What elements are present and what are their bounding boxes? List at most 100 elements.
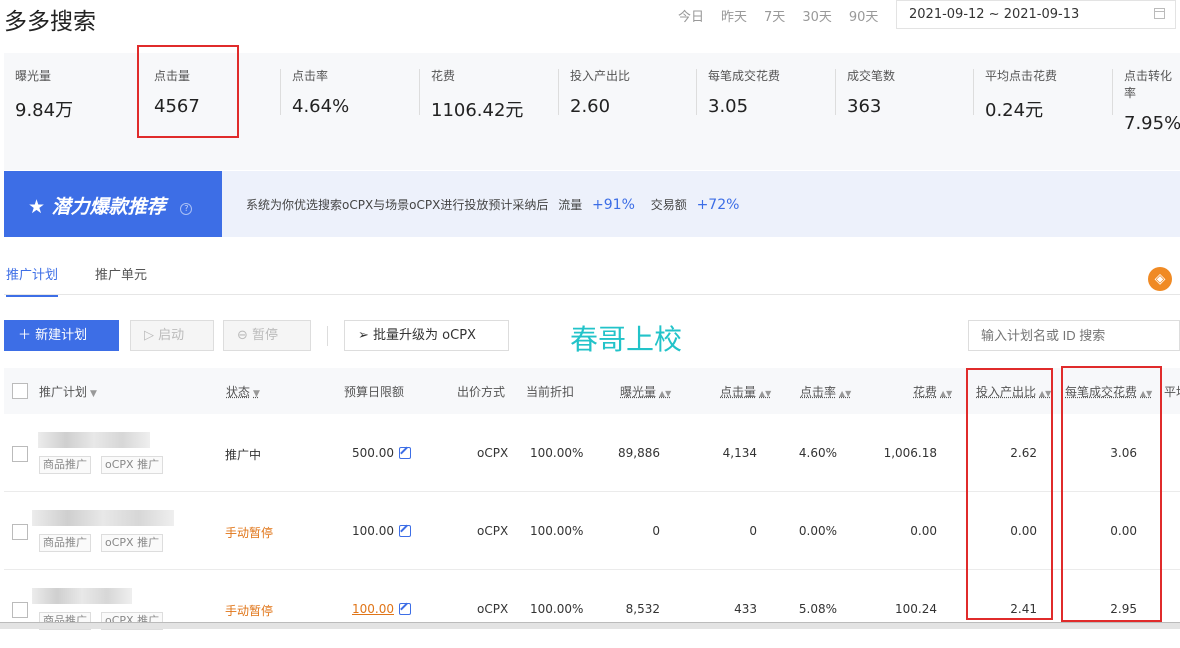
metric-cost: 花费 1106.42元 bbox=[419, 67, 523, 122]
row-checkbox[interactable] bbox=[12, 446, 28, 462]
row-clicks: 0 bbox=[749, 524, 757, 538]
metric-label: 花费 bbox=[431, 69, 456, 83]
tab-plans[interactable]: 推广计划 bbox=[6, 264, 59, 297]
calendar-icon bbox=[1154, 8, 1165, 19]
page-title: 多多搜索 bbox=[4, 9, 96, 35]
batch-upgrade-button[interactable]: ➢ 批量升级为 oCPX bbox=[344, 320, 509, 351]
assistant-icon[interactable]: ◈ bbox=[1148, 267, 1172, 291]
row-status: 手动暂停 bbox=[225, 604, 274, 618]
tag-ocpx: oCPX 推广 bbox=[101, 456, 164, 474]
row-budget: 500.00 bbox=[352, 446, 411, 460]
range-tab-30d[interactable]: 30天 bbox=[802, 6, 832, 25]
divider bbox=[280, 69, 281, 115]
metric-label: 投入产出比 bbox=[570, 69, 631, 83]
promo-title-block[interactable]: ★ 潜力爆款推荐 ? bbox=[4, 171, 222, 237]
col-discount: 当前折扣 bbox=[526, 385, 575, 399]
range-tab-today[interactable]: 今日 bbox=[678, 6, 704, 25]
taskbar-strip bbox=[0, 622, 1180, 629]
range-tab-7d[interactable]: 7天 bbox=[764, 6, 785, 25]
metric-label: 成交笔数 bbox=[847, 69, 896, 83]
row-ctr: 0.00% bbox=[798, 524, 837, 538]
col-cost[interactable]: 花费 ▲▼ bbox=[913, 383, 952, 400]
highlight-box-clicks bbox=[137, 45, 239, 138]
metric-value: 2.60 bbox=[570, 96, 611, 117]
row-impressions: 8,532 bbox=[625, 602, 660, 616]
highlight-box-cost-per-order bbox=[1061, 366, 1162, 622]
metric-label: 点击率 bbox=[292, 69, 329, 83]
metric-avg-cpc: 平均点击花费 0.24元 bbox=[973, 67, 1057, 122]
col-clicks[interactable]: 点击量 ▲▼ bbox=[720, 383, 771, 400]
metric-value: 0.24元 bbox=[985, 100, 1044, 121]
metric-label: 每笔成交花费 bbox=[708, 69, 781, 83]
col-status[interactable]: 状态 ▼ bbox=[226, 383, 260, 400]
col-ctr-label: 点击率 bbox=[800, 385, 837, 399]
col-avg: 平均 bbox=[1164, 385, 1180, 399]
promo-text: 系统为你优选搜索oCPX与场景oCPX进行投放预计采纳后 bbox=[246, 198, 549, 212]
minus-circle-icon: ⊖ bbox=[237, 328, 248, 343]
sort-icon[interactable]: ▲▼ bbox=[940, 389, 952, 398]
metric-label: 点击转化率 bbox=[1124, 69, 1173, 100]
col-ctr[interactable]: 点击率 ▲▼ bbox=[800, 383, 851, 400]
divider bbox=[835, 69, 836, 115]
divider bbox=[696, 69, 697, 115]
row-clicks: 433 bbox=[734, 602, 757, 616]
row-bid: oCPX bbox=[477, 446, 509, 460]
plan-name-redacted bbox=[32, 588, 132, 604]
row-checkbox[interactable] bbox=[12, 602, 28, 618]
highlight-box-roi bbox=[966, 368, 1053, 620]
tab-units[interactable]: 推广单元 bbox=[95, 264, 147, 295]
row-cost: 100.24 bbox=[895, 602, 937, 616]
metric-impressions: 曝光量 9.84万 bbox=[15, 67, 73, 122]
sort-icon[interactable]: ▲▼ bbox=[659, 389, 671, 398]
sort-icon[interactable]: ▲▼ bbox=[759, 389, 771, 398]
pause-label: 暂停 bbox=[252, 328, 279, 343]
row-budget-value: 100.00 bbox=[352, 524, 394, 538]
promo-gmv-label: 交易额 bbox=[650, 198, 687, 212]
edit-icon[interactable] bbox=[399, 603, 411, 615]
edit-icon[interactable] bbox=[399, 525, 411, 537]
metric-orders: 成交笔数 363 bbox=[835, 67, 896, 117]
row-discount: 100.00% bbox=[530, 446, 584, 460]
col-budget: 预算日限额 bbox=[344, 385, 405, 399]
start-button[interactable]: ▷ 启动 bbox=[130, 320, 214, 351]
row-checkbox[interactable] bbox=[12, 524, 28, 540]
row-budget: 100.00 bbox=[352, 602, 411, 616]
new-plan-label: 新建计划 bbox=[35, 328, 88, 343]
toolbar-divider bbox=[327, 326, 328, 346]
row-ctr: 5.08% bbox=[798, 602, 837, 616]
col-plan[interactable]: 推广计划 ▼ bbox=[39, 383, 97, 400]
start-label: 启动 bbox=[158, 328, 185, 343]
range-tab-yesterday[interactable]: 昨天 bbox=[721, 6, 747, 25]
row-impressions: 89,886 bbox=[618, 446, 660, 460]
col-impressions[interactable]: 曝光量 ▲▼ bbox=[620, 383, 671, 400]
promo-title: 潜力爆款推荐 bbox=[51, 196, 166, 218]
row-cost: 1,006.18 bbox=[883, 446, 937, 460]
divider bbox=[1112, 69, 1113, 115]
col-clicks-label: 点击量 bbox=[720, 385, 757, 399]
filter-icon[interactable]: ▼ bbox=[90, 389, 97, 399]
row-bid: oCPX bbox=[477, 524, 509, 538]
row-budget: 100.00 bbox=[352, 524, 411, 538]
range-tab-90d[interactable]: 90天 bbox=[849, 6, 879, 25]
col-bid-method: 出价方式 bbox=[457, 385, 506, 399]
date-range-picker[interactable]: 2021-09-12 ~ 2021-09-13 bbox=[896, 0, 1176, 29]
promo-flow-label: 流量 bbox=[558, 198, 583, 212]
row-status: 推广中 bbox=[225, 448, 262, 462]
select-all-checkbox[interactable] bbox=[12, 383, 28, 399]
row-discount: 100.00% bbox=[530, 524, 584, 538]
plus-icon: ＋ bbox=[18, 328, 32, 343]
metric-roi: 投入产出比 2.60 bbox=[558, 67, 631, 117]
metric-value: 3.05 bbox=[708, 96, 749, 117]
new-plan-button[interactable]: ＋ 新建计划 bbox=[4, 320, 119, 351]
sort-icon[interactable]: ▲▼ bbox=[839, 389, 851, 398]
help-icon[interactable]: ? bbox=[180, 203, 193, 215]
row-ctr: 4.60% bbox=[798, 446, 837, 460]
metric-value: 9.84万 bbox=[15, 100, 74, 121]
plan-search-input[interactable] bbox=[968, 320, 1180, 351]
date-range-tabs: 今日 昨天 7天 30天 90天 bbox=[678, 6, 895, 25]
edit-icon[interactable] bbox=[399, 447, 411, 459]
col-plan-label: 推广计划 bbox=[39, 385, 88, 399]
filter-icon[interactable]: ▼ bbox=[253, 389, 260, 399]
promo-description: 系统为你优选搜索oCPX与场景oCPX进行投放预计采纳后 流量 +91% 交易额… bbox=[246, 196, 751, 213]
pause-button[interactable]: ⊖ 暂停 bbox=[223, 320, 311, 351]
